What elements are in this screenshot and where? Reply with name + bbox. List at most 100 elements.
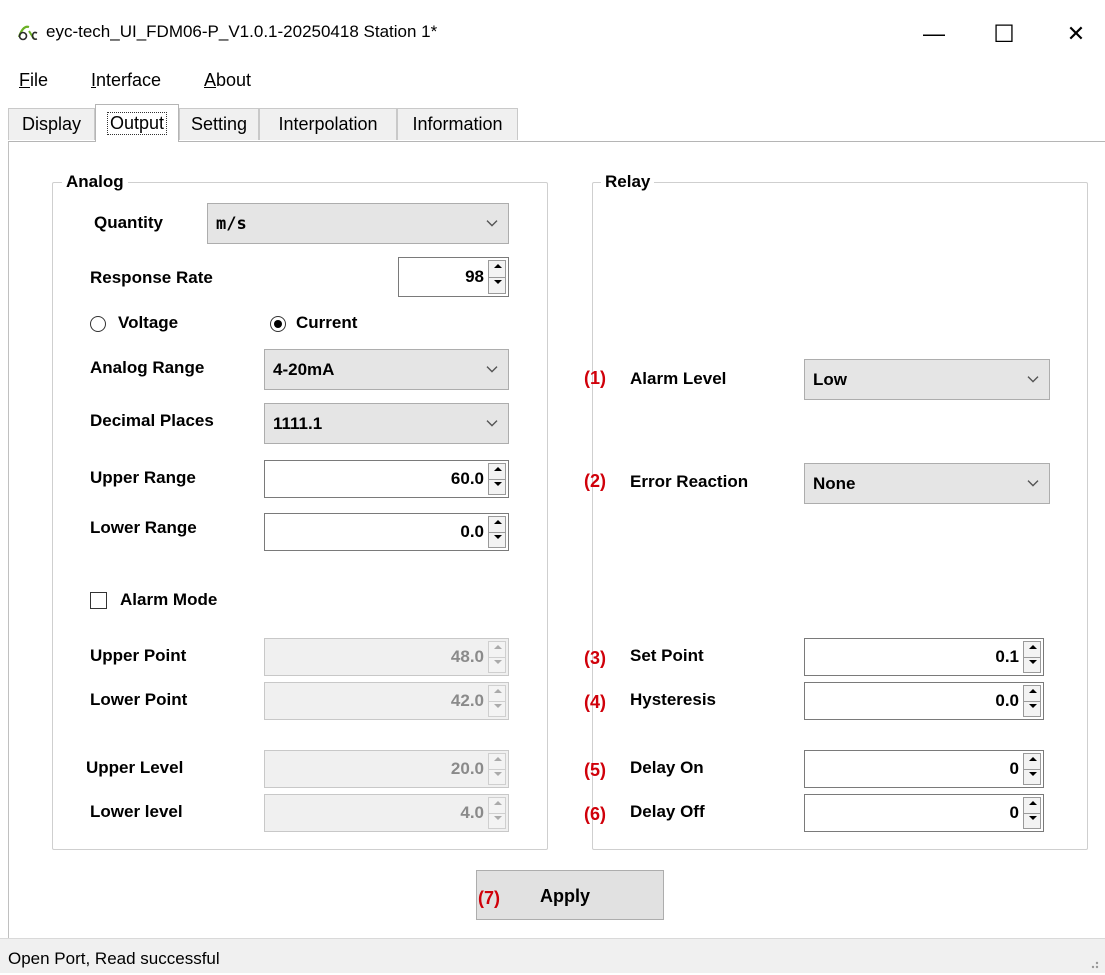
lower-point-spinbox[interactable]: 42.0: [264, 682, 509, 720]
spin-up-icon[interactable]: [489, 464, 505, 480]
spin-down-icon[interactable]: [489, 701, 505, 716]
spin-up-icon[interactable]: [1024, 798, 1040, 814]
quantity-select[interactable]: m/s: [207, 203, 509, 244]
upper-level-value: 20.0: [450, 759, 484, 778]
delay-on-value: 0: [1009, 759, 1019, 778]
voltage-radio[interactable]: [90, 316, 106, 332]
spin-down-icon[interactable]: [1024, 813, 1040, 828]
spin-up-icon[interactable]: [1024, 642, 1040, 658]
maximize-button[interactable]: ☐: [982, 14, 1026, 54]
tab-interpolation[interactable]: Interpolation: [259, 108, 397, 140]
upper-range-value: 60.0: [450, 469, 484, 488]
spin-down-icon[interactable]: [489, 657, 505, 672]
set-point-label: Set Point: [630, 646, 704, 665]
alarm-level-label: Alarm Level: [630, 369, 727, 388]
lower-level-spinbox[interactable]: 4.0: [264, 794, 509, 832]
spin-up-icon[interactable]: [489, 686, 505, 702]
alarm-mode-checkbox[interactable]: [90, 592, 107, 609]
voltage-label: Voltage: [118, 313, 179, 332]
quantity-label: Quantity: [94, 213, 163, 232]
status-text: Open Port, Read successful: [8, 949, 220, 968]
spin-down-icon[interactable]: [1024, 701, 1040, 716]
upper-level-label: Upper Level: [86, 758, 184, 777]
spin-down-icon[interactable]: [489, 813, 505, 828]
upper-point-value: 48.0: [450, 647, 484, 666]
chevron-down-icon: [486, 365, 498, 373]
menu-about-label: bout: [216, 70, 252, 90]
current-radio[interactable]: [270, 316, 286, 332]
lower-range-label: Lower Range: [90, 518, 197, 537]
error-reaction-label: Error Reaction: [630, 472, 749, 491]
set-point-spinbox[interactable]: 0.1: [804, 638, 1044, 676]
response-rate-value: 98: [465, 267, 484, 286]
alarm-mode-label: Alarm Mode: [120, 590, 218, 609]
alarm-level-select[interactable]: Low: [804, 359, 1050, 400]
tab-setting[interactable]: Setting: [179, 108, 259, 140]
spin-up-icon[interactable]: [489, 798, 505, 814]
lower-point-value: 42.0: [450, 691, 484, 710]
delay-off-label: Delay Off: [630, 802, 705, 821]
menu-interface[interactable]: Interface: [91, 70, 161, 91]
menu-interface-label: nterface: [96, 70, 162, 90]
minimize-button[interactable]: —: [912, 14, 956, 54]
chevron-down-icon: [1027, 479, 1039, 487]
spin-down-icon[interactable]: [489, 532, 505, 547]
analog-range-select[interactable]: 4-20mA: [264, 349, 509, 390]
delay-on-spinbox[interactable]: 0: [804, 750, 1044, 788]
spin-up-icon[interactable]: [489, 642, 505, 658]
upper-point-spinbox[interactable]: 48.0: [264, 638, 509, 676]
spin-up-icon[interactable]: [489, 517, 505, 533]
upper-range-spinbox[interactable]: 60.0: [264, 460, 509, 498]
app-logo-icon: [17, 23, 39, 43]
chevron-down-icon: [486, 219, 498, 227]
alarm-level-value: Low: [813, 369, 847, 389]
tab-information[interactable]: Information: [397, 108, 518, 140]
annotation-marker-3: (3): [584, 648, 606, 668]
decimal-places-select[interactable]: 1111.1: [264, 403, 509, 444]
minimize-icon: —: [923, 21, 945, 46]
spin-down-icon[interactable]: [489, 769, 505, 784]
annotation-marker-6: (6): [584, 804, 606, 824]
spin-up-icon[interactable]: [489, 754, 505, 770]
close-button[interactable]: ✕: [1054, 14, 1098, 54]
lower-point-label: Lower Point: [90, 690, 188, 709]
analog-range-value: 4-20mA: [273, 359, 335, 379]
delay-off-spinbox[interactable]: 0: [804, 794, 1044, 832]
tab-setting-label: Setting: [190, 114, 248, 134]
upper-level-spinbox[interactable]: 20.0: [264, 750, 509, 788]
decimal-places-value: 1111.1: [273, 413, 323, 433]
spin-up-icon[interactable]: [1024, 686, 1040, 702]
window-title: eyc-tech_UI_FDM06-P_V1.0.1-20250418 Stat…: [46, 22, 438, 41]
menu-bar: [0, 64, 1105, 100]
spin-down-icon[interactable]: [1024, 657, 1040, 672]
current-label: Current: [296, 313, 358, 332]
analog-range-label: Analog Range: [90, 358, 205, 377]
upper-point-label: Upper Point: [90, 646, 187, 665]
tab-display[interactable]: Display: [8, 108, 95, 140]
annotation-marker-1: (1): [584, 368, 606, 388]
spin-up-icon[interactable]: [489, 261, 505, 278]
response-rate-label: Response Rate: [90, 268, 213, 287]
spin-down-icon[interactable]: [1024, 769, 1040, 784]
lower-level-label: Lower level: [90, 802, 183, 821]
lower-range-spinbox[interactable]: 0.0: [264, 513, 509, 551]
spin-up-icon[interactable]: [1024, 754, 1040, 770]
spin-down-icon[interactable]: [489, 277, 505, 293]
tab-interpolation-label: Interpolation: [278, 114, 378, 134]
response-rate-spinbox[interactable]: 98: [398, 257, 509, 297]
resize-grip-icon[interactable]: [1086, 956, 1100, 970]
hysteresis-spinbox[interactable]: 0.0: [804, 682, 1044, 720]
spin-down-icon[interactable]: [489, 479, 505, 494]
menu-file[interactable]: File: [19, 70, 48, 91]
tab-output[interactable]: Output: [95, 104, 179, 142]
delay-off-value: 0: [1009, 803, 1019, 822]
annotation-marker-7: (7): [478, 888, 500, 908]
error-reaction-select[interactable]: None: [804, 463, 1050, 504]
menu-about[interactable]: About: [204, 70, 251, 91]
maximize-icon: ☐: [993, 20, 1015, 48]
close-icon: ✕: [1066, 21, 1086, 46]
tab-display-label: Display: [21, 114, 82, 134]
decimal-places-label: Decimal Places: [90, 411, 214, 430]
set-point-value: 0.1: [995, 647, 1019, 666]
lower-range-value: 0.0: [460, 522, 484, 541]
